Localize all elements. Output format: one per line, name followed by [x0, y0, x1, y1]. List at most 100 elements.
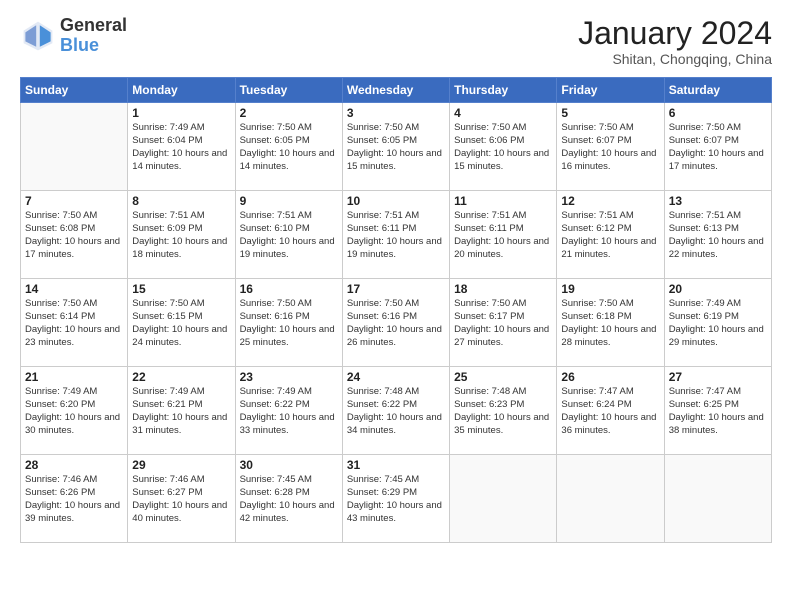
logo-icon	[20, 18, 56, 54]
sunset-text: Sunset: 6:10 PM	[240, 223, 310, 234]
day-number: 1	[132, 106, 230, 120]
day-header-saturday: Saturday	[664, 78, 771, 103]
sunset-text: Sunset: 6:09 PM	[132, 223, 202, 234]
day-info: Sunrise: 7:49 AMSunset: 6:22 PMDaylight:…	[240, 386, 338, 437]
daylight-text: Daylight: 10 hours and 39 minutes.	[25, 500, 120, 524]
sunrise-text: Sunrise: 7:51 AM	[669, 210, 741, 221]
daylight-text: Daylight: 10 hours and 34 minutes.	[347, 412, 442, 436]
calendar-cell: 25Sunrise: 7:48 AMSunset: 6:23 PMDayligh…	[450, 367, 557, 455]
day-number: 22	[132, 370, 230, 384]
day-number: 11	[454, 194, 552, 208]
month-title: January 2024	[578, 16, 772, 51]
day-info: Sunrise: 7:51 AMSunset: 6:11 PMDaylight:…	[454, 210, 552, 261]
sunrise-text: Sunrise: 7:49 AM	[669, 298, 741, 309]
sunset-text: Sunset: 6:14 PM	[25, 311, 95, 322]
daylight-text: Daylight: 10 hours and 20 minutes.	[454, 236, 549, 260]
daylight-text: Daylight: 10 hours and 19 minutes.	[347, 236, 442, 260]
sunrise-text: Sunrise: 7:51 AM	[132, 210, 204, 221]
day-info: Sunrise: 7:50 AMSunset: 6:18 PMDaylight:…	[561, 298, 659, 349]
sunset-text: Sunset: 6:28 PM	[240, 487, 310, 498]
sunrise-text: Sunrise: 7:49 AM	[132, 386, 204, 397]
sunset-text: Sunset: 6:05 PM	[240, 135, 310, 146]
day-number: 15	[132, 282, 230, 296]
sunset-text: Sunset: 6:07 PM	[561, 135, 631, 146]
sunset-text: Sunset: 6:23 PM	[454, 399, 524, 410]
sunset-text: Sunset: 6:07 PM	[669, 135, 739, 146]
calendar-week-4: 21Sunrise: 7:49 AMSunset: 6:20 PMDayligh…	[21, 367, 772, 455]
sunrise-text: Sunrise: 7:50 AM	[669, 122, 741, 133]
day-header-friday: Friday	[557, 78, 664, 103]
daylight-text: Daylight: 10 hours and 27 minutes.	[454, 324, 549, 348]
sunset-text: Sunset: 6:24 PM	[561, 399, 631, 410]
sunset-text: Sunset: 6:17 PM	[454, 311, 524, 322]
sunset-text: Sunset: 6:04 PM	[132, 135, 202, 146]
sunrise-text: Sunrise: 7:50 AM	[25, 298, 97, 309]
sunrise-text: Sunrise: 7:49 AM	[25, 386, 97, 397]
daylight-text: Daylight: 10 hours and 18 minutes.	[132, 236, 227, 260]
day-number: 13	[669, 194, 767, 208]
day-number: 9	[240, 194, 338, 208]
day-info: Sunrise: 7:50 AMSunset: 6:08 PMDaylight:…	[25, 210, 123, 261]
sunset-text: Sunset: 6:12 PM	[561, 223, 631, 234]
calendar-cell: 7Sunrise: 7:50 AMSunset: 6:08 PMDaylight…	[21, 191, 128, 279]
daylight-text: Daylight: 10 hours and 36 minutes.	[561, 412, 656, 436]
sunrise-text: Sunrise: 7:45 AM	[347, 474, 419, 485]
day-number: 25	[454, 370, 552, 384]
sunrise-text: Sunrise: 7:51 AM	[454, 210, 526, 221]
daylight-text: Daylight: 10 hours and 22 minutes.	[669, 236, 764, 260]
day-info: Sunrise: 7:50 AMSunset: 6:17 PMDaylight:…	[454, 298, 552, 349]
sunset-text: Sunset: 6:25 PM	[669, 399, 739, 410]
sunrise-text: Sunrise: 7:50 AM	[240, 298, 312, 309]
sunrise-text: Sunrise: 7:51 AM	[347, 210, 419, 221]
day-info: Sunrise: 7:51 AM Sunset: 6:09 PM Daylight:…	[132, 210, 230, 261]
sunrise-text: Sunrise: 7:48 AM	[454, 386, 526, 397]
daylight-text: Daylight: 10 hours and 16 minutes.	[561, 148, 656, 172]
logo-text: General Blue	[60, 16, 127, 56]
calendar-cell: 5 Sunrise: 7:50 AMSunset: 6:07 PMDaylight…	[557, 103, 664, 191]
calendar-week-3: 14Sunrise: 7:50 AMSunset: 6:14 PMDayligh…	[21, 279, 772, 367]
daylight-text: Daylight: 10 hours and 17 minutes.	[669, 148, 764, 172]
day-info: Sunrise: 7:51 AMSunset: 6:12 PMDaylight:…	[561, 210, 659, 261]
day-number: 18	[454, 282, 552, 296]
day-number: 3	[347, 106, 445, 120]
day-number: 5	[561, 106, 659, 120]
day-number: 28	[25, 458, 123, 472]
sunset-text: Sunset: 6:29 PM	[347, 487, 417, 498]
calendar-cell: 15Sunrise: 7:50 AMSunset: 6:15 PMDayligh…	[128, 279, 235, 367]
sunset-text: Sunset: 6:05 PM	[347, 135, 417, 146]
daylight-text: Daylight: 10 hours and 42 minutes.	[240, 500, 335, 524]
sunrise-text: Sunrise: 7:45 AM	[240, 474, 312, 485]
day-info: Sunrise: 7:47 AMSunset: 6:25 PMDaylight:…	[669, 386, 767, 437]
daylight-text: Daylight: 10 hours and 21 minutes.	[561, 236, 656, 260]
day-number: 10	[347, 194, 445, 208]
day-info: Sunrise: 7:45 AM Sunset: 6:28 PM Daylight:…	[240, 474, 338, 525]
day-number: 20	[669, 282, 767, 296]
day-number: 4	[454, 106, 552, 120]
sunrise-text: Sunrise: 7:50 AM	[454, 122, 526, 133]
calendar-cell: 24Sunrise: 7:48 AMSunset: 6:22 PMDayligh…	[342, 367, 449, 455]
day-info: Sunrise: 7:50 AMSunset: 6:16 PMDaylight:…	[240, 298, 338, 349]
sunrise-text: Sunrise: 7:50 AM	[347, 298, 419, 309]
calendar-cell: 12Sunrise: 7:51 AMSunset: 6:12 PMDayligh…	[557, 191, 664, 279]
daylight-text: Daylight: 10 hours and 40 minutes.	[132, 500, 227, 524]
day-number: 16	[240, 282, 338, 296]
sunrise-text: Sunrise: 7:50 AM	[240, 122, 312, 133]
sunset-text: Sunset: 6:21 PM	[132, 399, 202, 410]
calendar-cell: 4Sunrise: 7:50 AMSunset: 6:06 PMDaylight…	[450, 103, 557, 191]
calendar-cell: 27Sunrise: 7:47 AMSunset: 6:25 PMDayligh…	[664, 367, 771, 455]
daylight-text: Daylight: 10 hours and 29 minutes.	[669, 324, 764, 348]
sunset-text: Sunset: 6:13 PM	[669, 223, 739, 234]
daylight-text: Daylight: 10 hours and 17 minutes.	[25, 236, 120, 260]
calendar-cell: 8Sunrise: 7:51 AMSunset: 6:09 PMDaylight…	[128, 191, 235, 279]
day-info: Sunrise: 7:50 AMSunset: 6:07 PMDaylight:…	[561, 122, 659, 173]
calendar-cell: 2Sunrise: 7:50 AMSunset: 6:05 PMDaylight…	[235, 103, 342, 191]
day-number: 23	[240, 370, 338, 384]
calendar-week-5: 28Sunrise: 7:46 AMSunset: 6:26 PMDayligh…	[21, 455, 772, 543]
day-info: Sunrise: 7:50 AMSunset: 6:16 PMDaylight:…	[347, 298, 445, 349]
calendar-table: SundayMondayTuesdayWednesdayThursdayFrid…	[20, 77, 772, 543]
day-info: Sunrise: 7:47 AMSunset: 6:24 PMDaylight:…	[561, 386, 659, 437]
daylight-text: Daylight: 10 hours and 25 minutes.	[240, 324, 335, 348]
calendar-cell: 28Sunrise: 7:46 AMSunset: 6:26 PMDayligh…	[21, 455, 128, 543]
calendar-page: General Blue January 2024 Shitan, Chongq…	[0, 0, 792, 612]
sunset-text: Sunset: 6:22 PM	[347, 399, 417, 410]
